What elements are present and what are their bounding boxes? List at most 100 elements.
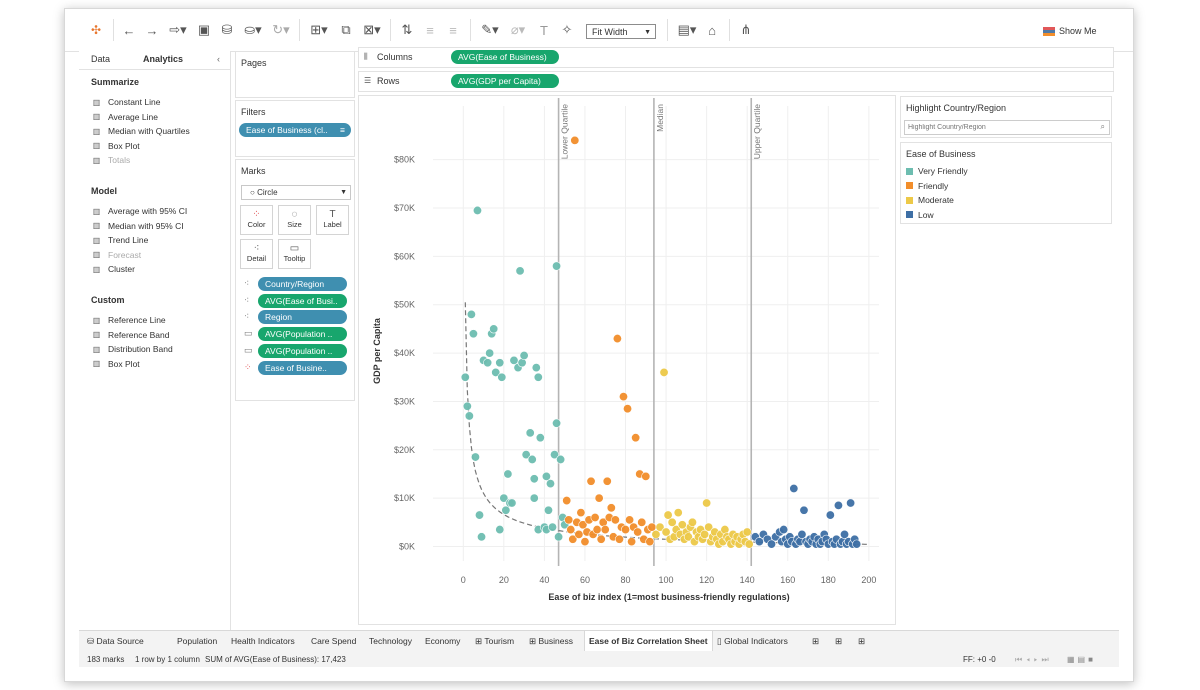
data-point[interactable] xyxy=(659,367,669,377)
data-point[interactable] xyxy=(779,525,789,535)
new-sheet-icon[interactable]: ⊞▾ xyxy=(307,21,331,39)
legend-item[interactable]: Moderate xyxy=(906,195,954,205)
analytics-item[interactable]: ▥ Median with 95% CI xyxy=(91,221,184,231)
refresh-icon[interactable]: ↻▾ xyxy=(269,21,293,39)
tableau-logo-icon[interactable]: ✣ xyxy=(87,21,105,39)
data-point[interactable] xyxy=(592,525,602,535)
analytics-item[interactable]: ▥ Cluster xyxy=(91,264,135,274)
data-point[interactable] xyxy=(833,500,843,510)
legend-item[interactable]: Very Friendly xyxy=(906,166,968,176)
marks-field-pill[interactable]: Region xyxy=(258,310,347,325)
analytics-item[interactable]: ▥ Constant Line xyxy=(91,97,161,107)
data-point[interactable] xyxy=(468,329,478,339)
data-point[interactable] xyxy=(566,525,576,535)
data-point[interactable] xyxy=(495,525,505,535)
rows-shelf[interactable]: ☰ Rows AVG(GDP per Capita) xyxy=(358,71,1114,92)
fit-width-select[interactable]: Fit Width ▼ xyxy=(586,24,656,39)
data-point[interactable] xyxy=(515,266,525,276)
data-point[interactable] xyxy=(600,525,610,535)
data-point[interactable] xyxy=(525,428,535,438)
analytics-item[interactable]: ▥ Box Plot xyxy=(91,141,140,151)
filter-pill-ease-of-business[interactable]: Ease of Business (cl.. ≡ xyxy=(239,123,351,137)
data-point[interactable] xyxy=(497,372,507,382)
pause-icon[interactable]: ⛀▾ xyxy=(241,21,265,39)
data-point[interactable] xyxy=(466,309,476,319)
legend-item[interactable]: Friendly xyxy=(906,181,948,191)
data-point[interactable] xyxy=(641,471,651,481)
tab-data[interactable]: Data xyxy=(91,54,110,64)
data-point[interactable] xyxy=(596,534,606,544)
analytics-item[interactable]: ▥ Median with Quartiles xyxy=(91,126,190,136)
marks-detail-button[interactable]: ⁖ Detail xyxy=(240,239,273,269)
highlight-icon[interactable]: ✎▾ xyxy=(478,21,502,39)
sheet-tab[interactable]: ⛁ Data Source xyxy=(87,636,144,647)
analytics-item[interactable]: ▥ Totals xyxy=(91,155,131,165)
sheet-tab[interactable]: ⊞ Tourism xyxy=(475,636,514,647)
data-point[interactable] xyxy=(475,510,485,520)
marks-color-button[interactable]: ⁘ Color xyxy=(240,205,273,235)
data-point[interactable] xyxy=(570,135,580,145)
data-point[interactable] xyxy=(825,510,835,520)
data-point[interactable] xyxy=(586,476,596,486)
marks-tooltip-button[interactable]: ▭ Tooltip xyxy=(278,239,311,269)
data-point[interactable] xyxy=(594,493,604,503)
analytics-item[interactable]: ▥ Box Plot xyxy=(91,359,140,369)
legend-item[interactable]: Low xyxy=(906,210,934,220)
sheet-tab[interactable]: ⊞ Business xyxy=(529,636,573,647)
data-point[interactable] xyxy=(602,476,612,486)
data-point[interactable] xyxy=(614,534,624,544)
columns-pill[interactable]: AVG(Ease of Business) xyxy=(451,50,559,64)
data-point[interactable] xyxy=(503,469,513,479)
marks-field-pill[interactable]: Ease of Busine.. xyxy=(258,360,347,375)
new-worksheet-icon[interactable]: ⊞ xyxy=(812,636,819,647)
data-point[interactable] xyxy=(554,532,564,542)
data-point[interactable] xyxy=(552,261,562,271)
label-icon[interactable]: T xyxy=(535,21,553,39)
data-point[interactable] xyxy=(590,512,600,522)
data-point[interactable] xyxy=(627,537,637,547)
show-cards-icon[interactable]: ▤▾ xyxy=(675,21,699,39)
data-point[interactable] xyxy=(846,498,856,508)
presentation-icon[interactable]: ⌂ xyxy=(703,21,721,39)
highlight-search-input[interactable] xyxy=(904,120,1110,135)
data-point[interactable] xyxy=(610,515,620,525)
data-point[interactable] xyxy=(633,527,643,537)
marks-field-pill[interactable]: Country/Region xyxy=(258,277,347,291)
view-mode-icons[interactable]: ▦▤■ xyxy=(1067,655,1096,664)
sheet-tab[interactable]: Ease of Biz Correlation Sheet xyxy=(584,631,713,651)
duplicate-sheet-icon[interactable]: ⧉ xyxy=(337,21,355,39)
data-point[interactable] xyxy=(687,517,697,527)
data-point[interactable] xyxy=(789,483,799,493)
data-point[interactable] xyxy=(673,508,683,518)
analytics-item[interactable]: ▥ Trend Line xyxy=(91,235,149,245)
data-point[interactable] xyxy=(564,515,574,525)
data-point[interactable] xyxy=(485,348,495,358)
analytics-item[interactable]: ▥ Reference Line xyxy=(91,315,166,325)
data-point[interactable] xyxy=(744,539,754,549)
data-point[interactable] xyxy=(462,401,472,411)
data-point[interactable] xyxy=(529,474,539,484)
data-point[interactable] xyxy=(527,454,537,464)
data-point[interactable] xyxy=(477,532,487,542)
data-point[interactable] xyxy=(580,537,590,547)
marks-size-button[interactable]: ◌ Size xyxy=(278,205,311,235)
data-point[interactable] xyxy=(742,527,752,537)
data-point[interactable] xyxy=(623,404,633,414)
scatter-chart[interactable]: 0 20 40 60 80 100 120 140 160 180 200 $0K $10K $20K $3… xyxy=(359,96,895,624)
data-point[interactable] xyxy=(637,517,647,527)
data-point[interactable] xyxy=(548,522,558,532)
data-point[interactable] xyxy=(576,508,586,518)
analytics-item[interactable]: ▥ Average Line xyxy=(91,112,158,122)
new-story-icon[interactable]: ⊞ xyxy=(858,636,865,647)
data-point[interactable] xyxy=(618,392,628,402)
marks-field-pill[interactable]: AVG(Population .. xyxy=(258,327,347,342)
sheet-tab[interactable]: Health Indicators xyxy=(231,636,295,646)
group-icon[interactable]: ⌀▾ xyxy=(506,21,530,39)
data-point[interactable] xyxy=(612,334,622,344)
pin-icon[interactable]: ✧ xyxy=(558,21,576,39)
data-point[interactable] xyxy=(621,525,631,535)
sheet-nav-icons[interactable]: ⏮◂▸⏭ xyxy=(1015,655,1053,665)
analytics-item[interactable]: ▥ Distribution Band xyxy=(91,344,173,354)
marks-field-pill[interactable]: AVG(Ease of Busi.. xyxy=(258,293,347,308)
sheet-tab[interactable]: Technology xyxy=(369,636,412,646)
